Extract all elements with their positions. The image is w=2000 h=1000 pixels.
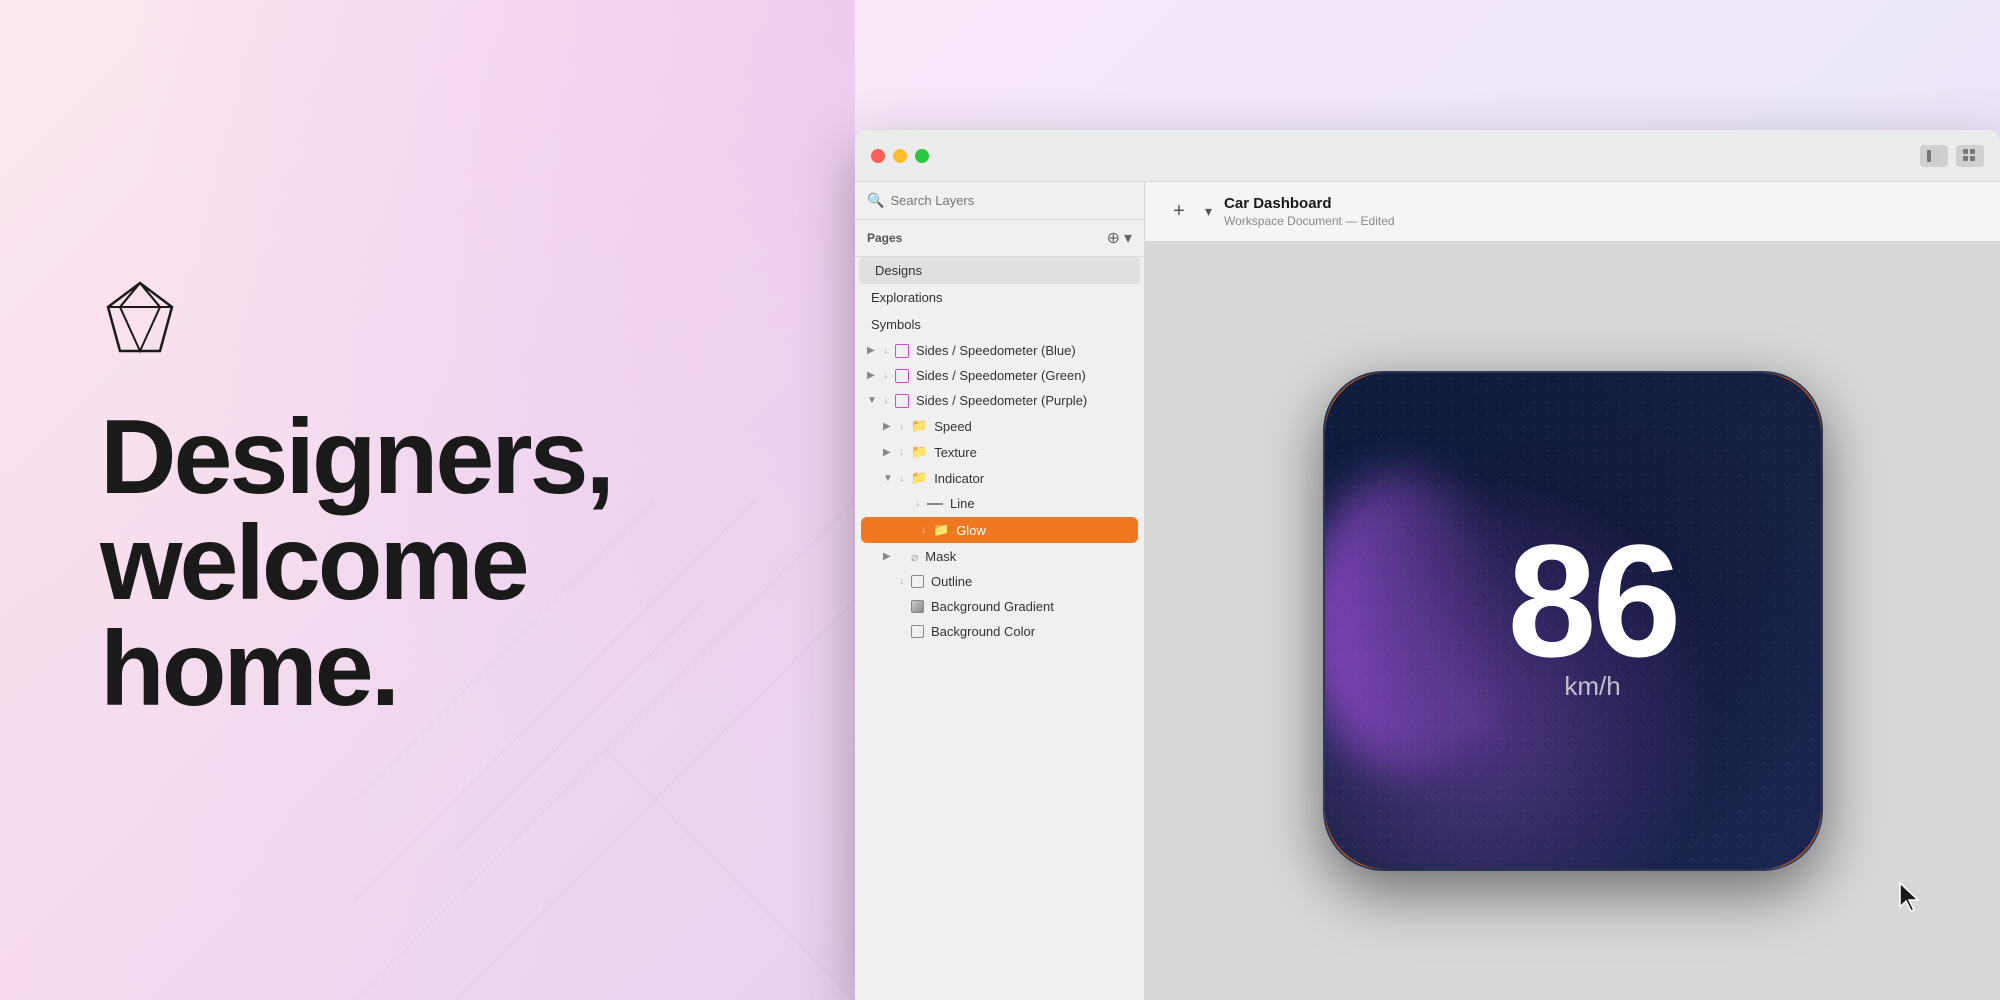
page-item-explorations[interactable]: Explorations — [855, 284, 1144, 311]
layer-item-background-color[interactable]: ▶ ↓ Background Color — [855, 619, 1144, 644]
layer-label-outline: Outline — [931, 574, 972, 589]
layers-panel: 🔍 Pages ⊕ ▾ Designs Explorations Symbols — [855, 182, 1145, 1000]
layer-item-speedometer-blue[interactable]: ▶ ↓ Sides / Speedometer (Blue) — [855, 338, 1144, 363]
search-icon: 🔍 — [867, 192, 884, 209]
traffic-light-red[interactable] — [871, 149, 885, 163]
grid-view-button[interactable] — [1956, 145, 1984, 167]
layer-item-speed[interactable]: ▶ ↓ 📁 Speed — [855, 413, 1144, 439]
welcome-text-block: Designers, welcome home. — [100, 404, 755, 722]
speedometer-widget: 86 km/h — [1323, 371, 1823, 871]
layer-item-speedometer-purple[interactable]: ▼ ↓ Sides / Speedometer (Purple) — [855, 388, 1144, 413]
outline-icon — [911, 575, 924, 588]
chevron-speedometer-blue: ▶ — [867, 345, 879, 356]
layer-label-speedometer-green: Sides / Speedometer (Green) — [916, 368, 1086, 383]
layer-label-speedometer-purple: Sides / Speedometer (Purple) — [916, 393, 1087, 408]
window-controls-right — [1920, 145, 1984, 167]
layer-item-indicator[interactable]: ▼ ↓ 📁 Indicator — [855, 465, 1144, 491]
cursor-arrow — [1896, 881, 1920, 920]
chevron-texture: ▶ — [883, 447, 895, 458]
layer-label-speed: Speed — [934, 419, 972, 434]
inspector-header: + ▾ Car Dashboard Workspace Document — E… — [1145, 182, 2000, 242]
mask-icon: ⌀ — [911, 550, 918, 564]
app-window: 🔍 Pages ⊕ ▾ Designs Explorations Symbols — [855, 130, 2000, 1000]
header-chevron[interactable]: ▾ — [1205, 203, 1212, 220]
page-item-symbols[interactable]: Symbols — [855, 311, 1144, 338]
layer-item-glow[interactable]: ▶ ↓ 📁 Glow — [861, 517, 1138, 543]
layer-label-texture: Texture — [934, 445, 977, 460]
layer-label-background-gradient: Background Gradient — [931, 599, 1054, 614]
selection-handle-tr[interactable] — [1816, 371, 1823, 378]
page-item-designs[interactable]: Designs — [859, 257, 1140, 284]
window-titlebar — [855, 130, 2000, 182]
chevron-indicator: ▼ — [883, 473, 895, 484]
search-bar: 🔍 — [855, 182, 1144, 220]
layer-label-indicator: Indicator — [934, 471, 984, 486]
artboard-icon-green — [895, 369, 909, 383]
line-shape-icon — [927, 503, 943, 505]
chevron-speed: ▶ — [883, 421, 895, 432]
speedometer-number: 86 km/h — [1508, 521, 1678, 702]
chevron-speedometer-green: ▶ — [867, 370, 879, 381]
layer-item-mask[interactable]: ▶ ↓ ⌀ Mask — [855, 544, 1144, 569]
folder-icon-texture: 📁 — [911, 444, 927, 460]
bg-gradient-icon — [911, 600, 924, 613]
pages-label: Pages — [867, 231, 902, 245]
chevron-speedometer-purple: ▼ — [867, 395, 879, 406]
search-input[interactable] — [890, 193, 1132, 208]
layer-item-background-gradient[interactable]: ▶ ↓ Background Gradient — [855, 594, 1144, 619]
layer-item-outline[interactable]: ▶ ↓ Outline — [855, 569, 1144, 594]
add-page-button[interactable]: ⊕ — [1107, 228, 1120, 248]
canvas-content: 86 km/h — [1145, 242, 2000, 1000]
add-button[interactable]: + — [1165, 198, 1193, 226]
chevron-mask: ▶ — [883, 551, 895, 562]
artboard-icon-blue — [895, 344, 909, 358]
layer-label-mask: Mask — [925, 549, 956, 564]
folder-icon-indicator: 📁 — [911, 470, 927, 486]
window-body: 🔍 Pages ⊕ ▾ Designs Explorations Symbols — [855, 182, 2000, 1000]
folder-icon-speed: 📁 — [911, 418, 927, 434]
layer-label-background-color: Background Color — [931, 624, 1035, 639]
doc-title: Car Dashboard — [1224, 195, 1395, 212]
sidebar-toggle-button[interactable] — [1920, 145, 1948, 167]
selection-handle-br[interactable] — [1816, 864, 1823, 871]
welcome-headline: Designers, welcome home. — [100, 404, 755, 722]
doc-info: Car Dashboard Workspace Document — Edite… — [1224, 195, 1395, 228]
pages-controls: ⊕ ▾ — [1107, 228, 1132, 248]
selection-handle-bl[interactable] — [1323, 864, 1330, 871]
app-logo — [100, 279, 755, 364]
doc-subtitle: Workspace Document — Edited — [1224, 214, 1395, 228]
layer-label-glow: Glow — [956, 523, 986, 538]
layer-label-speedometer-blue: Sides / Speedometer (Blue) — [916, 343, 1076, 358]
folder-icon-glow: 📁 — [933, 522, 949, 538]
artboard-icon-purple — [895, 394, 909, 408]
layer-label-line: Line — [950, 496, 975, 511]
pages-chevron[interactable]: ▾ — [1124, 228, 1132, 248]
selection-handle-tl[interactable] — [1323, 371, 1330, 378]
layer-item-texture[interactable]: ▶ ↓ 📁 Texture — [855, 439, 1144, 465]
traffic-light-yellow[interactable] — [893, 149, 907, 163]
diamond-icon — [100, 279, 180, 359]
layer-item-line[interactable]: ▶ ↓ Line — [855, 491, 1144, 516]
pages-section: Pages ⊕ ▾ — [855, 220, 1144, 257]
layers-list: ▶ ↓ Sides / Speedometer (Blue) ▶ ↓ Sides… — [855, 338, 1144, 1000]
traffic-light-green[interactable] — [915, 149, 929, 163]
bg-color-icon — [911, 625, 924, 638]
speed-value: 86 — [1508, 521, 1678, 681]
layer-item-speedometer-green[interactable]: ▶ ↓ Sides / Speedometer (Green) — [855, 363, 1144, 388]
canvas-area[interactable]: + ▾ Car Dashboard Workspace Document — E… — [1145, 182, 2000, 1000]
welcome-panel: Designers, welcome home. — [0, 0, 855, 1000]
right-section: 🔍 Pages ⊕ ▾ Designs Explorations Symbols — [855, 0, 2000, 1000]
